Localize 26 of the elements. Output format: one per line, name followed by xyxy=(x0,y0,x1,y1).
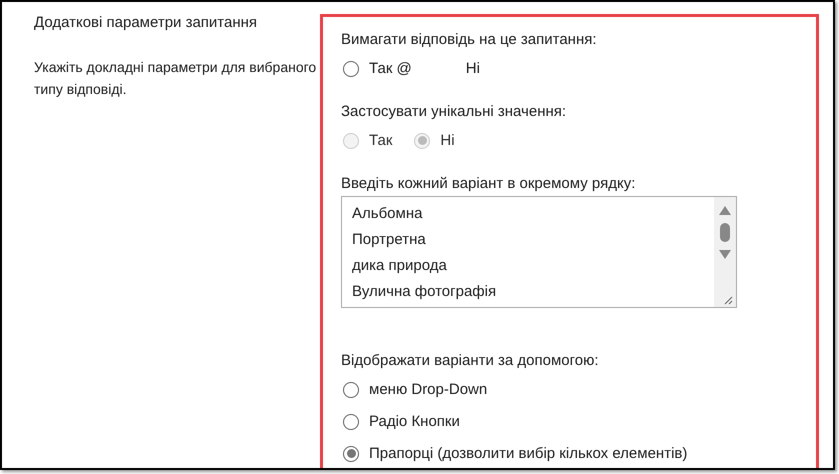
radio-button[interactable] xyxy=(343,446,359,462)
radio-button[interactable] xyxy=(343,60,359,76)
choice-line: Альбомна xyxy=(352,205,424,224)
section-title: Додаткові параметри запитання xyxy=(34,14,258,31)
scroll-down-icon[interactable] xyxy=(718,249,732,260)
choice-line: Вулична фотографія xyxy=(352,283,498,302)
scroll-up-icon[interactable] xyxy=(718,205,732,216)
choices-text-area[interactable]: Альбомна Портретна дика природа Вулична фотографія xyxy=(341,196,737,308)
radio-button[interactable] xyxy=(343,382,359,398)
option-label: меню Drop-Down xyxy=(369,381,488,398)
option-label: Ні xyxy=(466,60,480,77)
question-label: Вимагати відповідь на це запитання: xyxy=(341,31,598,48)
scrollbar-thumb[interactable] xyxy=(720,223,730,242)
question-label: Застосувати унікальні значення: xyxy=(341,103,568,120)
choice-line: Портретна xyxy=(352,231,427,250)
option-label: Прапорці (дозволити вибір кількох елементів) xyxy=(369,445,688,462)
section-description: Укажіть докладні параметри для вибраного типу відповіді. xyxy=(34,58,318,99)
option-label: Так xyxy=(369,132,392,149)
question-label: Введіть кожний варіант в окремому рядку: xyxy=(341,175,636,192)
choice-line: дика природа xyxy=(352,257,448,276)
question-label: Відображати варіанти за допомогою: xyxy=(341,352,600,369)
option-label: Так @ xyxy=(369,60,412,77)
option-label: Ні xyxy=(440,132,455,149)
radio-button[interactable] xyxy=(343,414,359,430)
option-label: Радіо Кнопки xyxy=(369,413,460,430)
resize-grip-icon[interactable] xyxy=(723,295,733,305)
